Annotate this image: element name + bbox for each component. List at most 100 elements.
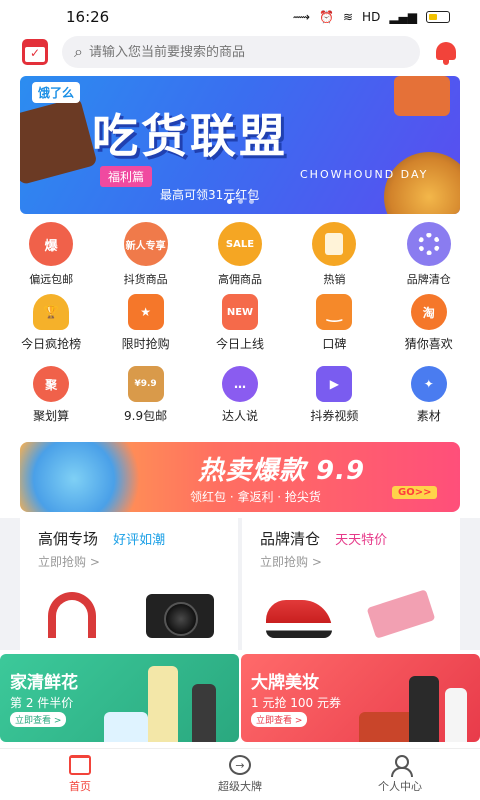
promo-panel: 高佣专场 好评如潮 立即抢购 > 品牌清仓 天天特价 立即抢购 > [0, 518, 480, 650]
grid-item-label: 猜你喜欢 [404, 337, 453, 351]
view-now-button[interactable]: 立即查看 > [251, 712, 308, 727]
promo-card-tag: 天天特价 [335, 533, 388, 548]
trophy-icon: 🏆 [33, 294, 70, 330]
hot-sale-title: 热卖爆款 9.9 [198, 456, 366, 486]
promo-card-brand-clearance[interactable]: 品牌清仓 天天特价 立即抢购 > [242, 518, 460, 650]
search-icon: ⌕ [74, 42, 83, 61]
sale-tag-icon: SALE [217, 222, 262, 266]
bottom-tab-bar: 首页 → 超级大牌 个人中心 [0, 748, 480, 800]
tab-label: 个人中心 [378, 780, 422, 793]
view-now-button[interactable]: 立即查看 > [10, 712, 67, 727]
camera-image [146, 594, 214, 638]
grid-item-label: 高佣商品 [217, 273, 262, 286]
promo-card-high-commission[interactable]: 高佣专场 好评如潮 立即抢购 > [20, 518, 238, 650]
red-packet-icon [312, 222, 357, 266]
grid-item-high-commission[interactable]: SALE 高佣商品 [195, 222, 285, 294]
status-time: 16:26 [66, 8, 110, 26]
chat-bubble-icon: … [221, 366, 258, 402]
home-icon [69, 755, 91, 775]
network-label: HD [362, 10, 381, 24]
smile-icon: ‿ [316, 294, 353, 330]
vibrate-icon: ⟿ [292, 10, 311, 24]
brand-arrow-icon: → [229, 755, 251, 775]
card-title: 家清鲜花 [10, 673, 78, 693]
status-bar: 16:26 ⟿ ⏰ ≋ HD ▂▄▆ [0, 0, 480, 34]
grid-item-flash-sale[interactable]: ★ 限时抢购 [101, 294, 191, 366]
grid-item-label: 限时抢购 [121, 337, 170, 351]
user-icon [389, 755, 413, 777]
card-home-cleaning-flowers[interactable]: 家清鲜花 第 2 件半价 立即查看 > [0, 654, 239, 742]
grid-item-label: 口碑 [322, 337, 347, 351]
banner-title: 吃货联盟 [92, 109, 288, 163]
go-button[interactable]: GO>> [392, 486, 438, 499]
grid-item-remote-free-shipping[interactable]: 爆 偏远包邮 [6, 222, 96, 294]
promo-card-cta[interactable]: 立即抢购 > [260, 553, 460, 570]
grid-item-9-9-free-shipping[interactable]: ¥9.9 9.9包邮 [101, 366, 191, 438]
video-icon: ▶ [316, 366, 353, 402]
grid-item-label: 今日上线 [215, 337, 264, 351]
main-banner[interactable]: 饿了么 吃货联盟 福利篇 CHOWHOUND DAY 最高可领31元红包 [20, 76, 460, 214]
grid-row-3: 聚 聚划算 ¥9.9 9.9包邮 … 达人说 ▶ 抖券视频 ✦ 素材 [0, 366, 480, 438]
grid-item-label: 9.9包邮 [124, 409, 168, 423]
headphones-image [48, 592, 96, 638]
card-subtitle: 第 2 件半价 [10, 696, 74, 710]
tab-personal-center[interactable]: 个人中心 [320, 749, 480, 800]
new-user-icon: 新人专享 [123, 222, 168, 266]
hot-sale-subtitle: 领红包 · 拿返利 · 抢尖货 [190, 490, 321, 504]
search-input[interactable] [88, 44, 408, 60]
grid-item-daily-rush[interactable]: 🏆 今日疯抢榜 [6, 294, 96, 366]
banner-tag: 福利篇 [100, 166, 153, 187]
alarm-icon: ⏰ [319, 10, 334, 24]
grid-item-juhuasuan[interactable]: 聚 聚划算 [6, 366, 96, 438]
grid-item-hot-sale[interactable]: 热销 [289, 222, 379, 294]
wifi-icon: ≋ [342, 10, 354, 24]
grid-item-label: 达人说 [221, 409, 258, 423]
tab-label: 首页 [69, 780, 91, 793]
grid-item-influencer-says[interactable]: … 达人说 [195, 366, 285, 438]
grid-item-materials[interactable]: ✦ 素材 [384, 366, 474, 438]
card-brand-cosmetics[interactable]: 大牌美妆 1 元抢 100 元券 立即查看 > [241, 654, 480, 742]
notification-bell-icon[interactable] [434, 39, 458, 65]
grid-item-new-today[interactable]: NEW 今日上线 [195, 294, 285, 366]
grid-item-brand-clearance[interactable]: 品牌清仓 [384, 222, 474, 294]
tab-super-brands[interactable]: → 超级大牌 [160, 749, 320, 800]
cream-jar-image [359, 712, 415, 742]
grid-item-guess-you-like[interactable]: 淘 猜你喜欢 [384, 294, 474, 366]
category-grid: 爆 偏远包邮 新人专享 抖货商品 SALE 高佣商品 热销 品牌清仓 🏆 今日疯… [0, 222, 480, 438]
taobao-icon: 淘 [410, 294, 447, 330]
ju-icon: 聚 [33, 366, 70, 402]
promo-card-title: 高佣专场 [38, 530, 99, 548]
tissue-box-image [104, 712, 148, 742]
carousel-dot [226, 199, 232, 204]
grid-item-douyin-goods[interactable]: 新人专享 抖货商品 [101, 222, 191, 294]
serum-bottle-image [409, 676, 439, 742]
status-icons: ⟿ ⏰ ≋ HD ▂▄▆ [293, 10, 450, 24]
grid-item-coupon-video[interactable]: ▶ 抖券视频 [289, 366, 379, 438]
banner-subtitle: CHOWHOUND DAY [300, 168, 429, 181]
material-icon: ✦ [410, 366, 447, 402]
hot-sale-banner[interactable]: 热卖爆款 9.9 领红包 · 拿返利 · 抢尖货 GO>> [20, 442, 460, 512]
tab-home[interactable]: 首页 [0, 749, 160, 800]
search-box[interactable]: ⌕ [62, 36, 420, 68]
promo-card-title: 品牌清仓 [260, 530, 321, 548]
grid-item-label: 品牌清仓 [406, 273, 451, 286]
carousel-dot [248, 199, 254, 204]
grid-item-reputation[interactable]: ‿ 口碑 [289, 294, 379, 366]
star-badge-icon: ★ [127, 294, 164, 330]
card-subtitle: 1 元抢 100 元券 [251, 696, 341, 710]
grid-row-2: 🏆 今日疯抢榜 ★ 限时抢购 NEW 今日上线 ‿ 口碑 淘 猜你喜欢 [0, 294, 480, 366]
bottom-category-cards: 家清鲜花 第 2 件半价 立即查看 > 大牌美妆 1 元抢 100 元券 立即查… [0, 654, 480, 742]
wallet-image [366, 589, 436, 639]
lotion-bottle-image [445, 688, 467, 742]
grid-item-label: 素材 [416, 409, 441, 423]
brand-wheel-icon [406, 222, 451, 266]
food-image [394, 76, 450, 116]
promo-card-tag: 好评如潮 [113, 533, 166, 548]
grid-item-label: 今日疯抢榜 [21, 337, 82, 351]
promo-card-cta[interactable]: 立即抢购 > [38, 553, 238, 570]
calendar-checkin-icon[interactable] [22, 39, 48, 65]
grid-item-label: 偏远包邮 [29, 273, 74, 286]
eleme-logo: 饿了么 [32, 82, 81, 103]
grid-row-1: 爆 偏远包邮 新人专享 抖货商品 SALE 高佣商品 热销 品牌清仓 [0, 222, 480, 294]
grid-item-label: 聚划算 [33, 409, 70, 423]
